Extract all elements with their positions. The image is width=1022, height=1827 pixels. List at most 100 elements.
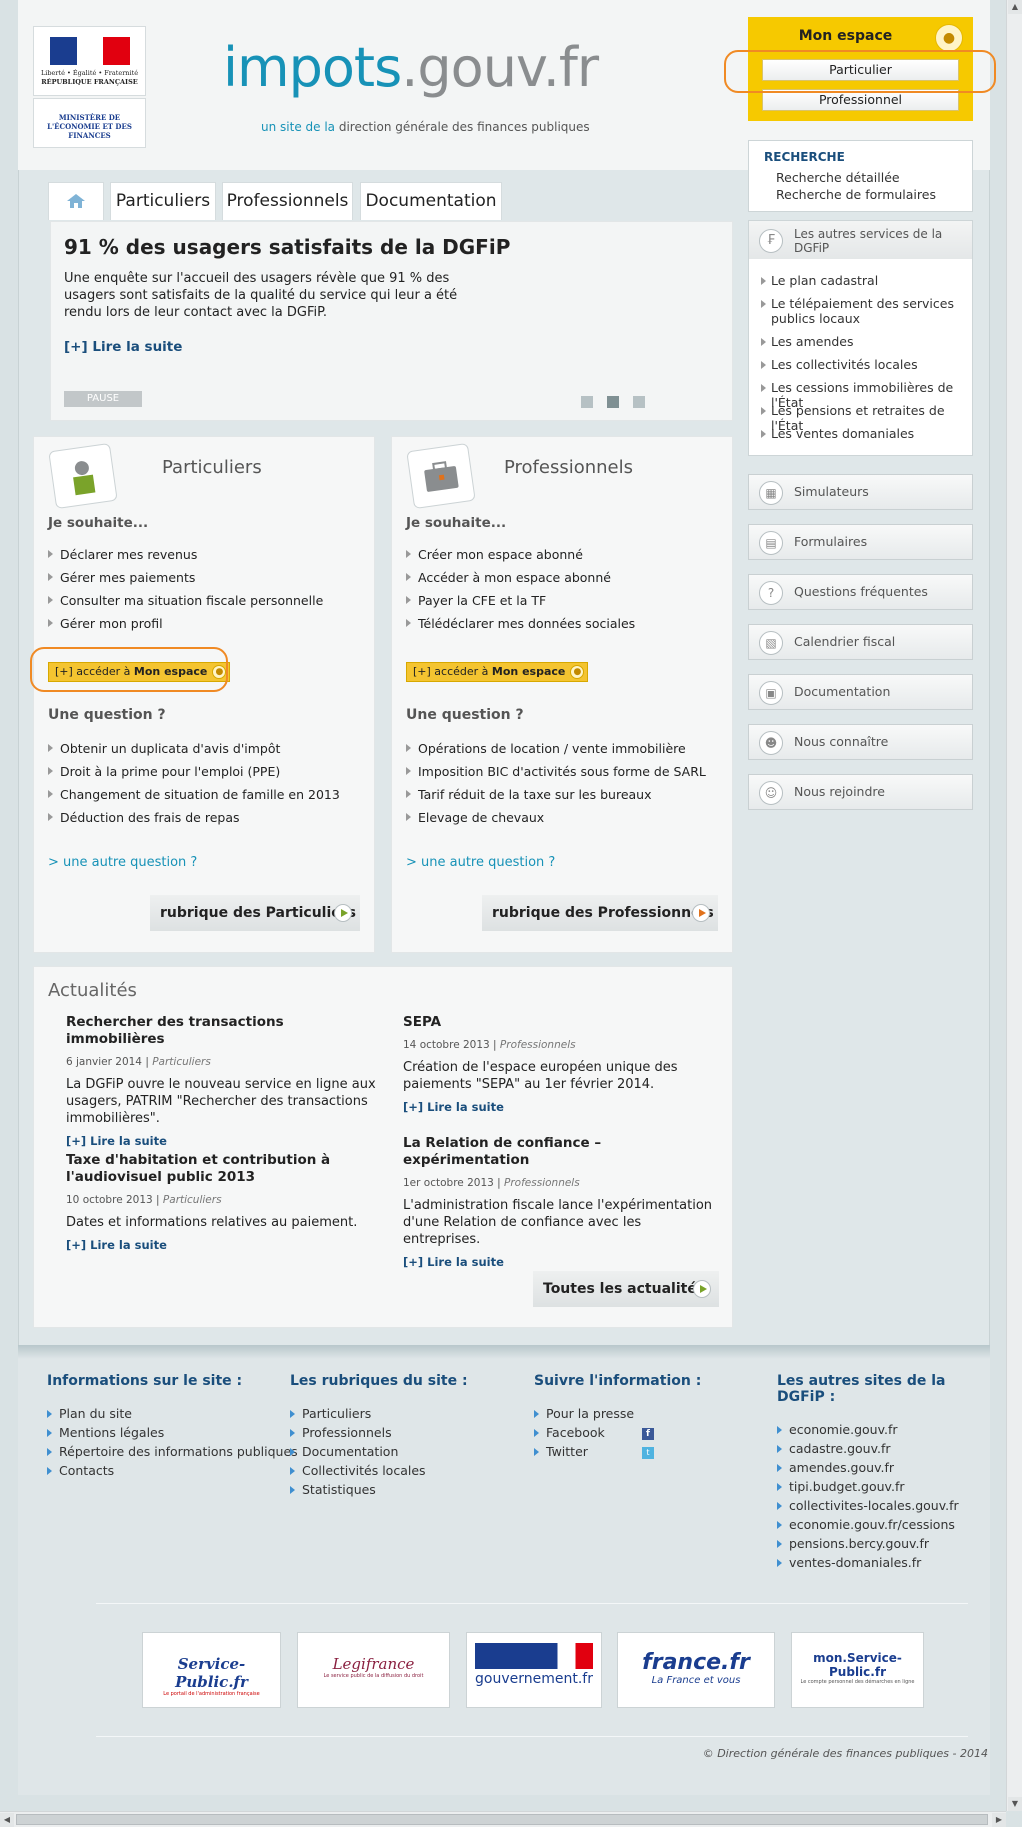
slider-dot[interactable] <box>633 396 645 408</box>
france-fr-logo[interactable]: france.fr La France et vous <box>617 1632 775 1708</box>
news-read-more-link[interactable]: [+] Lire la suite <box>66 1134 376 1148</box>
nous-connaitre-button[interactable]: ☻ Nous connaître <box>748 724 973 760</box>
footer-link[interactable]: Plan du site <box>47 1404 298 1423</box>
footer-link[interactable]: Contacts <box>47 1461 298 1480</box>
service-link[interactable]: Les amendes <box>761 334 966 349</box>
news-title[interactable]: La Relation de confiance – expérimentati… <box>403 1135 713 1169</box>
other-question-link[interactable]: > une autre question ? <box>406 855 555 870</box>
news-read-more-link[interactable]: [+] Lire la suite <box>403 1255 713 1269</box>
particuliers-panel: Particuliers Je souhaite... Déclarer mes… <box>33 436 375 953</box>
site-tagline: un site de la direction générale des fin… <box>261 120 590 134</box>
horizontal-scroll-thumb[interactable] <box>16 1814 988 1825</box>
horizontal-scrollbar[interactable]: ◀ ▶ <box>0 1811 1006 1827</box>
question-link[interactable]: Droit à la prime pour l'emploi (PPE) <box>48 764 280 779</box>
footer-link[interactable]: pensions.bercy.gouv.fr <box>777 1534 990 1553</box>
footer-link[interactable]: Répertoire des informations publiques <box>47 1442 298 1461</box>
site-logo[interactable]: impots.gouv.fr <box>223 38 599 98</box>
footer-link-label: Collectivités locales <box>302 1463 426 1478</box>
news-title[interactable]: Rechercher des transactions immobilières <box>66 1014 376 1048</box>
list-item-link[interactable]: Télédéclarer mes données sociales <box>406 616 635 631</box>
footer-link[interactable]: Documentation <box>290 1442 468 1461</box>
footer-link[interactable]: collectivites-locales.gouv.fr <box>777 1496 990 1515</box>
footer-link[interactable]: Collectivités locales <box>290 1461 468 1480</box>
list-item-link[interactable]: Créer mon espace abonné <box>406 547 583 562</box>
scroll-down-icon[interactable]: ▼ <box>1008 1797 1022 1811</box>
slider-dot[interactable] <box>581 396 593 408</box>
gouvernement-logo[interactable]: gouvernement.fr <box>466 1632 602 1708</box>
scroll-left-icon[interactable]: ◀ <box>0 1813 14 1827</box>
service-label: Les amendes <box>771 334 854 349</box>
service-public-logo[interactable]: Service-Public.fr Le portail de l'admini… <box>142 1632 281 1708</box>
question-link[interactable]: Imposition BIC d'activités sous forme de… <box>406 764 706 779</box>
access-mon-espace-button[interactable]: [+] accéder à Mon espace ● <box>406 662 589 682</box>
list-item-link[interactable]: Déclarer mes revenus <box>48 547 197 562</box>
list-item-link[interactable]: Payer la CFE et la TF <box>406 593 546 608</box>
bullet-icon <box>777 1483 782 1491</box>
list-item-link[interactable]: Accéder à mon espace abonné <box>406 570 611 585</box>
footer-link[interactable]: ventes-domaniales.fr <box>777 1553 990 1572</box>
twitter-icon[interactable]: t <box>642 1447 654 1459</box>
footer-link[interactable]: Pour la presse <box>534 1404 714 1423</box>
mon-service-public-logo[interactable]: mon.Service-Public.fr Le compte personne… <box>791 1632 924 1708</box>
people-icon: ☻ <box>759 731 783 755</box>
tab-documentation[interactable]: Documentation <box>360 182 502 220</box>
forms-search-link[interactable]: Recherche de formulaires <box>776 187 936 202</box>
list-item-link[interactable]: Consulter ma situation fiscale personnel… <box>48 593 323 608</box>
footer-link[interactable]: tipi.budget.gouv.fr <box>777 1477 990 1496</box>
rubrique-professionnels-button[interactable]: rubrique des Professionnels <box>482 895 718 931</box>
footer-link[interactable]: Facebook f <box>534 1423 714 1442</box>
slider-dot-active[interactable] <box>607 396 619 408</box>
facebook-icon[interactable]: f <box>642 1428 654 1440</box>
calendrier-button[interactable]: ▧ Calendrier fiscal <box>748 624 973 660</box>
tab-professionnels[interactable]: Professionnels <box>222 182 353 220</box>
footer-link-label: tipi.budget.gouv.fr <box>789 1479 905 1494</box>
footer-link[interactable]: Twitter t <box>534 1442 714 1461</box>
formulaires-button[interactable]: ▤ Formulaires <box>748 524 973 560</box>
footer-link[interactable]: Mentions légales <box>47 1423 298 1442</box>
news-read-more-link[interactable]: [+] Lire la suite <box>403 1100 713 1114</box>
footer-link[interactable]: economie.gouv.fr/cessions <box>777 1515 990 1534</box>
service-link[interactable]: Le télépaiement des services publics loc… <box>761 296 966 326</box>
tab-particuliers[interactable]: Particuliers <box>110 182 216 220</box>
question-link[interactable]: Obtenir un duplicata d'avis d'impôt <box>48 741 280 756</box>
service-link[interactable]: Les ventes domaniales <box>761 426 966 441</box>
bullet-icon <box>47 1410 52 1418</box>
faq-button[interactable]: ? Questions fréquentes <box>748 574 973 610</box>
ministry-logo[interactable]: MINISTÈRE DE L'ÉCONOMIE ET DES FINANCES <box>33 98 146 148</box>
footer-link[interactable]: amendes.gouv.fr <box>777 1458 990 1477</box>
all-news-button[interactable]: Toutes les actualités <box>533 1271 719 1307</box>
scroll-right-icon[interactable]: ▶ <box>992 1813 1006 1827</box>
news-title[interactable]: SEPA <box>403 1014 713 1031</box>
footer-link[interactable]: cadastre.gouv.fr <box>777 1439 990 1458</box>
question-link[interactable]: Elevage de chevaux <box>406 810 544 825</box>
vertical-scrollbar[interactable]: ▲ ▼ <box>1006 0 1022 1811</box>
rubrique-particuliers-button[interactable]: rubrique des Particuliers <box>150 895 360 931</box>
calendrier-label: Calendrier fiscal <box>794 634 896 649</box>
scroll-up-icon[interactable]: ▲ <box>1008 0 1022 14</box>
footer-link[interactable]: Statistiques <box>290 1480 468 1499</box>
question-link[interactable]: Opérations de location / vente immobiliè… <box>406 741 686 756</box>
service-link[interactable]: Le plan cadastral <box>761 273 966 288</box>
documentation-button[interactable]: ▣ Documentation <box>748 674 973 710</box>
question-link[interactable]: Déduction des frais de repas <box>48 810 240 825</box>
republique-francaise-logo[interactable]: Liberté • Égalité • Fraternité RÉPUBLIQU… <box>33 26 146 96</box>
tab-home[interactable] <box>48 182 104 220</box>
advanced-search-link[interactable]: Recherche détaillée <box>776 170 900 185</box>
footer-link[interactable]: economie.gouv.fr <box>777 1420 990 1439</box>
slider-read-more-link[interactable]: [+] Lire la suite <box>64 339 182 355</box>
list-item-link[interactable]: Gérer mon profil <box>48 616 163 631</box>
nous-rejoindre-button[interactable]: ☺ Nous rejoindre <box>748 774 973 810</box>
service-link[interactable]: Les collectivités locales <box>761 357 966 372</box>
footer-link[interactable]: Particuliers <box>290 1404 468 1423</box>
news-title[interactable]: Taxe d'habitation et contribution à l'au… <box>66 1152 376 1186</box>
list-item-link[interactable]: Gérer mes paiements <box>48 570 195 585</box>
pause-button[interactable]: PAUSE <box>64 391 142 407</box>
simulateurs-button[interactable]: ▦ Simulateurs <box>748 474 973 510</box>
partner-name: Service-Public.fr <box>175 1655 248 1691</box>
news-read-more-link[interactable]: [+] Lire la suite <box>66 1238 376 1252</box>
question-link[interactable]: Tarif réduit de la taxe sur les bureaux <box>406 787 652 802</box>
legifrance-logo[interactable]: Legifrance Le service public de la diffu… <box>297 1632 450 1708</box>
question-link[interactable]: Changement de situation de famille en 20… <box>48 787 340 802</box>
footer-link[interactable]: Professionnels <box>290 1423 468 1442</box>
other-question-link[interactable]: > une autre question ? <box>48 855 197 870</box>
